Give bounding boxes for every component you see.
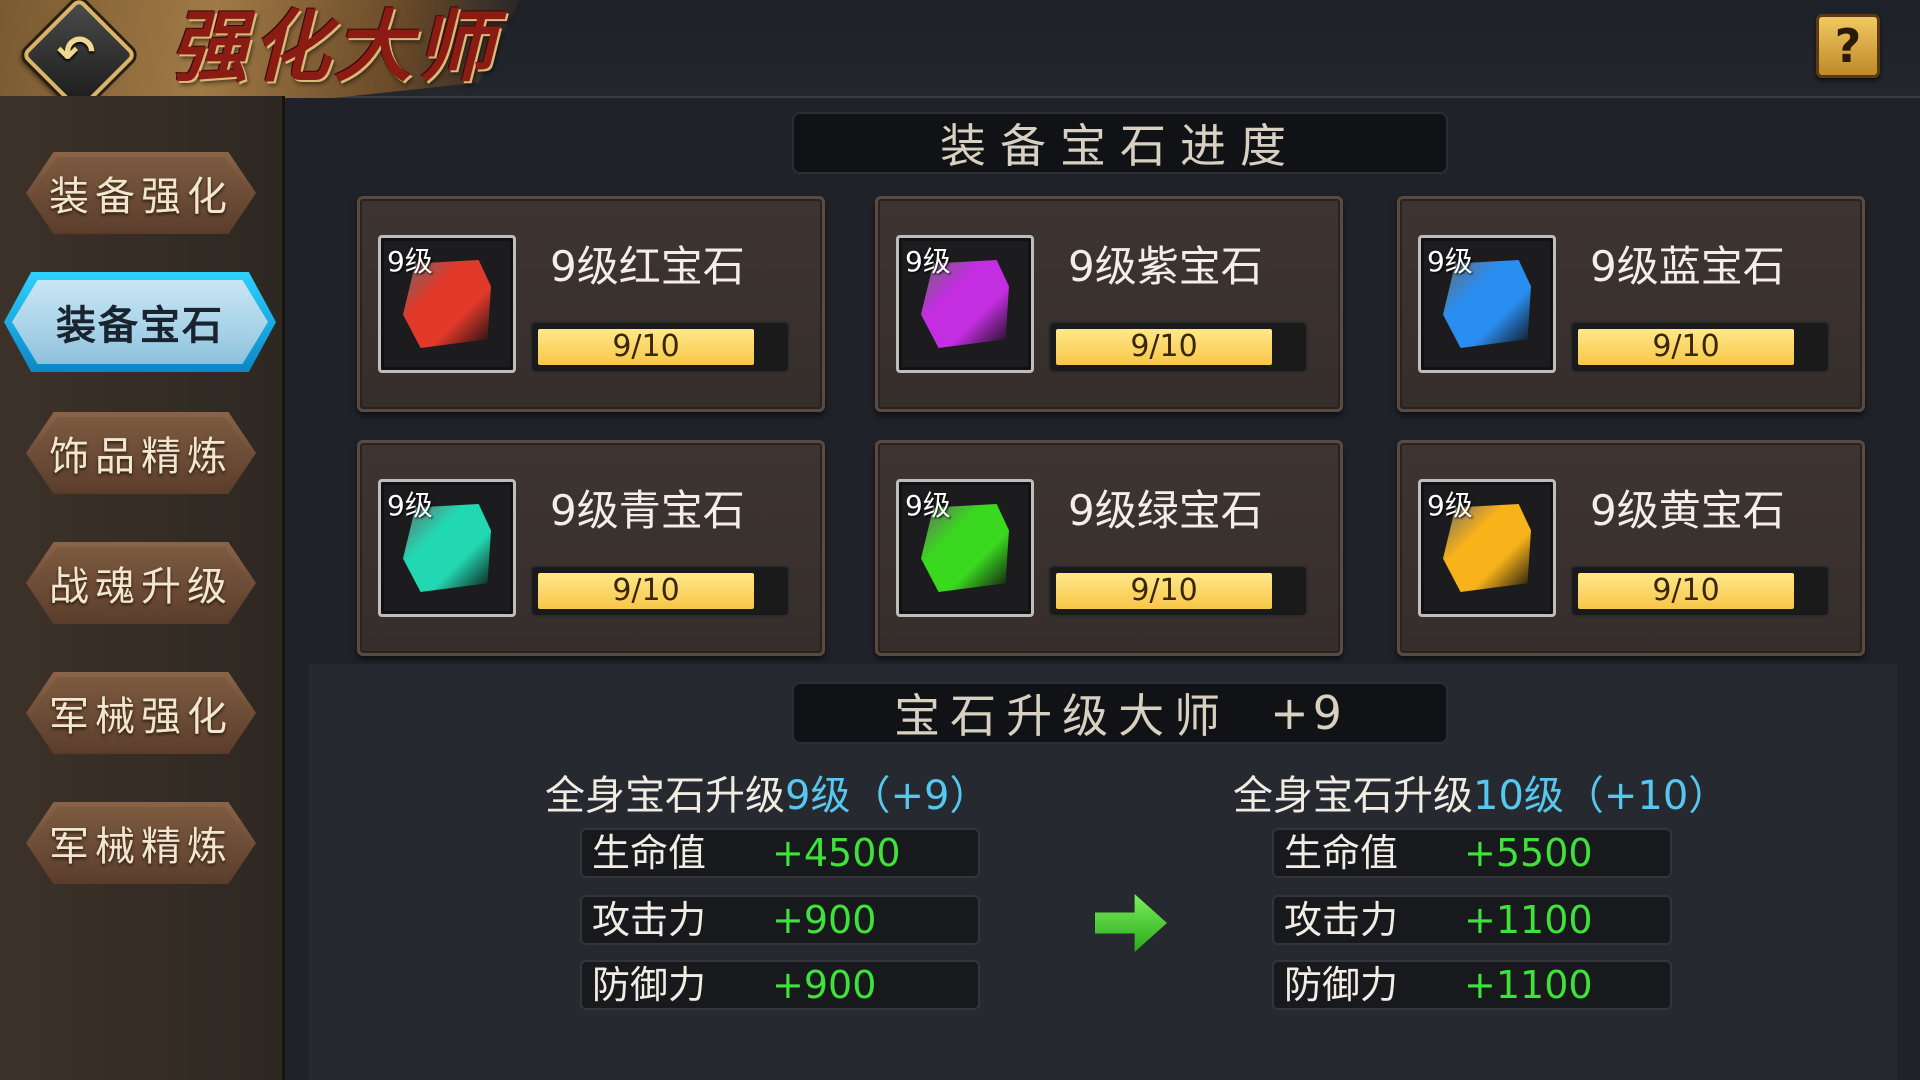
gem-name: 9级黄宝石 [1590, 486, 1785, 535]
next-level-highlight: 10级（+10） [1473, 773, 1729, 819]
main-panel: 装备宝石进度 9级 9级红宝石 9/10 9级 9级紫宝石 9/10 9级 9级… [285, 98, 1920, 1080]
sidebar-item-label: 军械强化 [49, 694, 233, 740]
gem-slot[interactable]: 9级 [378, 235, 516, 373]
gem-progress-bar: 9/10 [1570, 321, 1830, 373]
stat-label: 攻击力 [1284, 898, 1399, 942]
gem-name: 9级紫宝石 [1068, 242, 1263, 291]
sidebar-item-arms-refine[interactable]: 军械精炼 [26, 802, 256, 884]
gem-progress-text: 9/10 [1130, 329, 1198, 364]
sidebar-item-label: 装备宝石 [56, 303, 224, 349]
gem-progress-text: 9/10 [1652, 573, 1720, 608]
gem-progress-title: 装备宝石进度 [792, 112, 1448, 174]
stat-row: 生命值 +4500 [580, 828, 980, 878]
stat-label: 生命值 [1284, 831, 1399, 875]
stat-value: +1100 [1464, 898, 1593, 942]
page-title: 强化大师 [170, 2, 499, 93]
gem-progress-bar: 9/10 [1570, 565, 1830, 617]
header-bar: ↶ 强化大师 ? [0, 0, 1920, 118]
sidebar: 装备强化 装备宝石 饰品精炼 战魂升级 军械强化 军械精炼 [0, 96, 285, 1080]
stat-value: +5500 [1464, 831, 1593, 875]
sidebar-item-equip-enhance[interactable]: 装备强化 [26, 152, 256, 234]
sidebar-item-label: 饰品精炼 [49, 434, 233, 480]
gem-level-badge: 9级 [387, 489, 433, 522]
gem-progress-bar: 9/10 [530, 565, 790, 617]
sidebar-item-arms-enhance[interactable]: 军械强化 [26, 672, 256, 754]
stat-row: 防御力 +1100 [1272, 960, 1672, 1010]
gem-level-badge: 9级 [905, 489, 951, 522]
back-arrow-icon[interactable]: ↶ [44, 20, 108, 84]
stat-label: 防御力 [1284, 963, 1399, 1007]
stat-value: +900 [772, 898, 877, 942]
gem-name: 9级绿宝石 [1068, 486, 1263, 535]
gem-master-title: 宝石升级大师 +9 [792, 682, 1448, 744]
sidebar-item-label: 战魂升级 [49, 564, 233, 610]
stat-label: 攻击力 [592, 898, 707, 942]
gem-progress-bar: 9/10 [1048, 321, 1308, 373]
sidebar-item-equip-gem[interactable]: 装备宝石 [4, 272, 276, 372]
gem-level-badge: 9级 [1427, 245, 1473, 278]
gem-slot[interactable]: 9级 [1418, 479, 1556, 617]
stat-row: 攻击力 +900 [580, 895, 980, 945]
current-level-prefix: 全身宝石升级 [545, 773, 785, 819]
help-button[interactable]: ? [1816, 14, 1880, 78]
gem-progress-text: 9/10 [1652, 329, 1720, 364]
gem-progress-text: 9/10 [1130, 573, 1198, 608]
gem-name: 9级红宝石 [550, 242, 745, 291]
gem-progress-bar: 9/10 [1048, 565, 1308, 617]
stat-label: 防御力 [592, 963, 707, 1007]
stat-row: 攻击力 +1100 [1272, 895, 1672, 945]
sidebar-item-label: 军械精炼 [49, 824, 233, 870]
gem-slot[interactable]: 9级 [1418, 235, 1556, 373]
sidebar-item-accessory-refine[interactable]: 饰品精炼 [26, 412, 256, 494]
gem-card[interactable]: 9级 9级绿宝石 9/10 [875, 440, 1343, 656]
current-level-highlight: 9级（+9） [785, 773, 990, 819]
gem-card[interactable]: 9级 9级红宝石 9/10 [357, 196, 825, 412]
current-level-heading: 全身宝石升级9级（+9） [545, 763, 989, 821]
gem-name: 9级蓝宝石 [1590, 242, 1785, 291]
gem-slot[interactable]: 9级 [378, 479, 516, 617]
stat-row: 生命值 +5500 [1272, 828, 1672, 878]
gem-progress-text: 9/10 [612, 329, 680, 364]
gem-card[interactable]: 9级 9级黄宝石 9/10 [1397, 440, 1865, 656]
gem-progress-bar: 9/10 [530, 321, 790, 373]
gem-card[interactable]: 9级 9级青宝石 9/10 [357, 440, 825, 656]
gem-level-badge: 9级 [1427, 489, 1473, 522]
gem-card[interactable]: 9级 9级紫宝石 9/10 [875, 196, 1343, 412]
gem-card[interactable]: 9级 9级蓝宝石 9/10 [1397, 196, 1865, 412]
gem-name: 9级青宝石 [550, 486, 745, 535]
gem-level-badge: 9级 [905, 245, 951, 278]
gem-slot[interactable]: 9级 [896, 479, 1034, 617]
next-level-prefix: 全身宝石升级 [1233, 773, 1473, 819]
next-level-heading: 全身宝石升级10级（+10） [1233, 763, 1728, 821]
sidebar-item-label: 装备强化 [49, 174, 233, 220]
stat-label: 生命值 [592, 831, 707, 875]
gem-slot[interactable]: 9级 [896, 235, 1034, 373]
gem-master-title-text: 宝石升级大师 [894, 689, 1231, 743]
sidebar-item-war-soul-upgrade[interactable]: 战魂升级 [26, 542, 256, 624]
stat-value: +900 [772, 963, 877, 1007]
stat-value: +1100 [1464, 963, 1593, 1007]
gem-master-bonus: +9 [1270, 686, 1346, 740]
gem-progress-text: 9/10 [612, 573, 680, 608]
stat-row: 防御力 +900 [580, 960, 980, 1010]
stat-value: +4500 [772, 831, 901, 875]
gem-level-badge: 9级 [387, 245, 433, 278]
